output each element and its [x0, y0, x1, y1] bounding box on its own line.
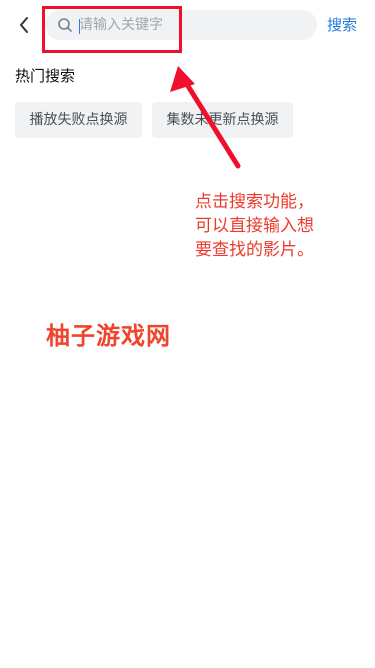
highlight-box: [42, 6, 182, 53]
watermark-text: 柚子游戏网: [46, 322, 171, 350]
annotation-line: 可以直接输入想: [195, 216, 314, 236]
hot-search-title: 热门搜索: [15, 67, 76, 85]
chevron-left-icon: [20, 17, 28, 33]
annotation-line: 要查找的影片。: [195, 240, 314, 260]
hot-search-tag[interactable]: 播放失败点换源: [15, 102, 142, 138]
annotation-line: 点击搜索功能，: [195, 192, 314, 212]
hot-search-tag[interactable]: 集数未更新点换源: [152, 102, 293, 138]
back-button[interactable]: [14, 14, 34, 36]
search-button[interactable]: 搜索: [327, 14, 357, 36]
annotation-note: 点击搜索功能， 可以直接输入想 要查找的影片。: [195, 190, 365, 262]
